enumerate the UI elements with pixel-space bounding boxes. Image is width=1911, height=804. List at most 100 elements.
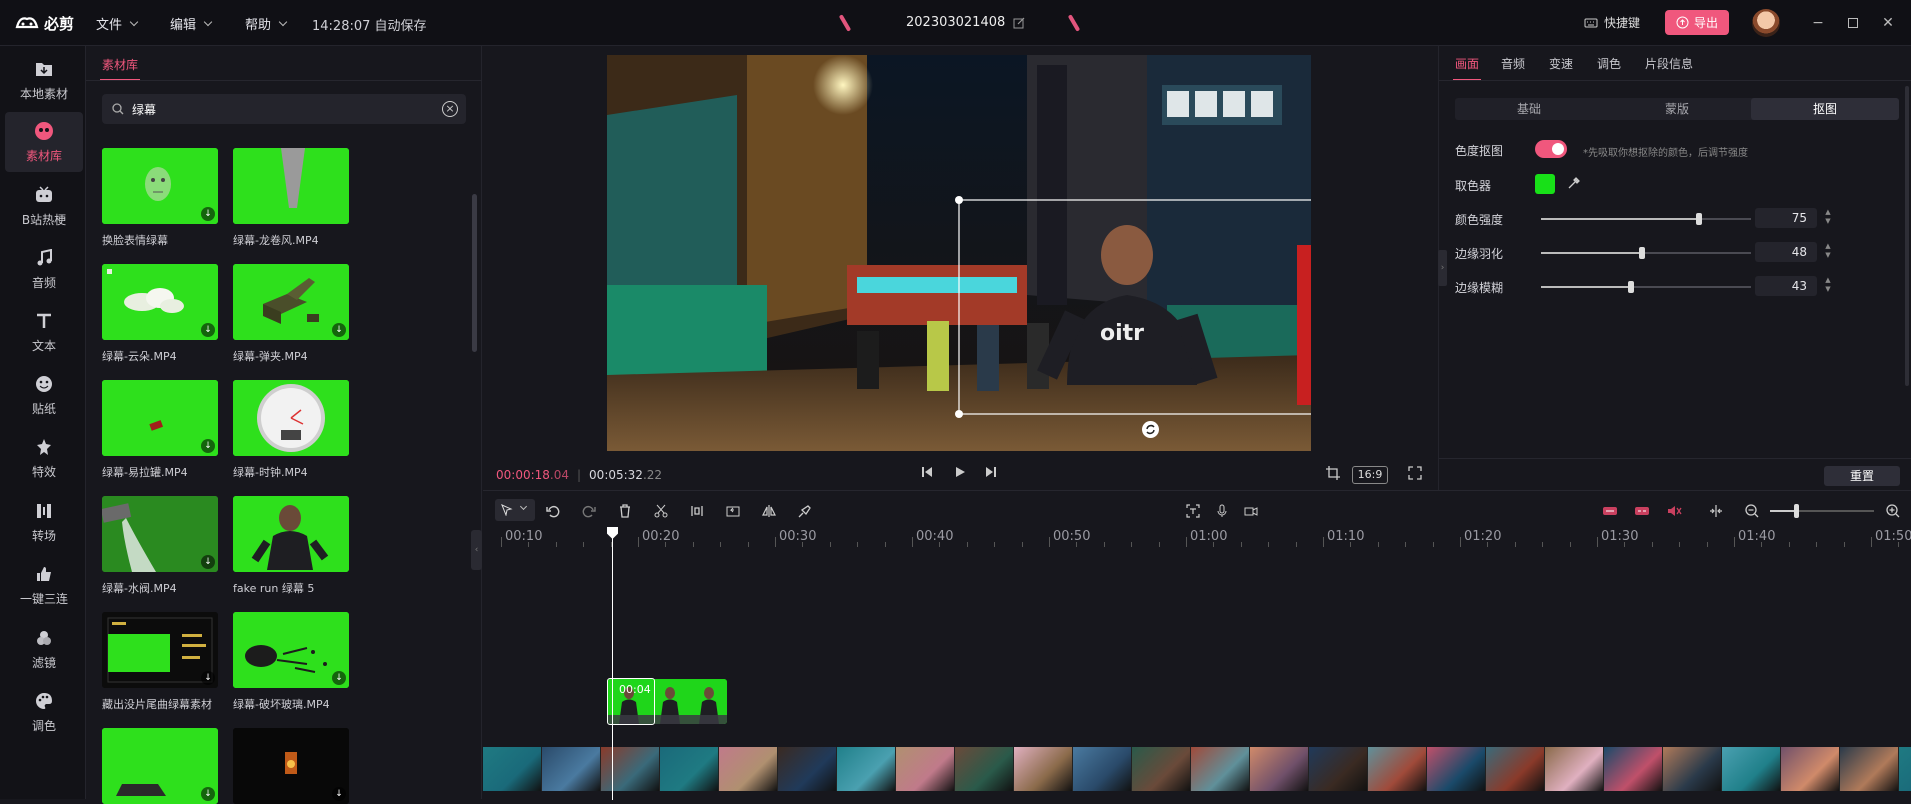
auto-caption-icon[interactable] bbox=[1183, 501, 1203, 521]
library-item[interactable]: ↓ bbox=[102, 148, 218, 224]
download-icon[interactable]: ↓ bbox=[201, 439, 215, 453]
nav-filters[interactable]: 滤镜 bbox=[5, 619, 83, 679]
project-title[interactable]: 202303021408 bbox=[906, 15, 1025, 30]
undo-icon[interactable] bbox=[543, 501, 563, 521]
menu-edit[interactable]: 编辑 bbox=[170, 14, 213, 33]
nav-local-media[interactable]: 本地素材 bbox=[5, 50, 83, 110]
reset-button[interactable]: 重置 bbox=[1824, 466, 1900, 486]
library-item[interactable]: ↓ bbox=[102, 264, 218, 340]
segment-mask[interactable]: 蒙版 bbox=[1603, 98, 1751, 120]
video-preview[interactable]: oitr bbox=[607, 55, 1311, 451]
nav-text[interactable]: 文本 bbox=[5, 302, 83, 362]
zoom-out-icon[interactable] bbox=[1742, 501, 1762, 521]
zoom-knob[interactable] bbox=[1794, 504, 1799, 518]
select-tool-button[interactable] bbox=[495, 499, 535, 521]
library-item[interactable]: ↓ bbox=[233, 264, 349, 340]
track-magnet-icon[interactable] bbox=[1600, 501, 1620, 521]
download-icon[interactable]: ↓ bbox=[201, 671, 215, 685]
download-icon[interactable]: ↓ bbox=[332, 671, 346, 685]
expand-handle[interactable]: › bbox=[1438, 250, 1447, 286]
slider-knob[interactable] bbox=[1628, 281, 1635, 293]
nav-bilibili-memes[interactable]: B站热梗 bbox=[5, 176, 83, 236]
menu-help[interactable]: 帮助 bbox=[245, 14, 288, 33]
search-input[interactable]: 绿幕 × bbox=[102, 94, 466, 124]
play-icon[interactable] bbox=[954, 466, 966, 478]
slider-knob[interactable] bbox=[1695, 213, 1702, 225]
tab-picture[interactable]: 画面 bbox=[1455, 55, 1479, 72]
tab-color[interactable]: 调色 bbox=[1597, 55, 1621, 72]
redo-icon[interactable] bbox=[579, 501, 599, 521]
crop-icon[interactable] bbox=[1326, 466, 1340, 480]
mirror-icon[interactable] bbox=[759, 501, 779, 521]
zoom-in-icon[interactable] bbox=[1883, 501, 1903, 521]
trim-icon[interactable] bbox=[687, 501, 707, 521]
library-scrollbar[interactable] bbox=[472, 194, 477, 352]
download-icon[interactable]: ↓ bbox=[201, 555, 215, 569]
clear-icon[interactable]: × bbox=[442, 101, 458, 117]
library-item[interactable] bbox=[233, 380, 349, 456]
library-item[interactable]: ↓ bbox=[233, 612, 349, 688]
nav-transitions[interactable]: 转场 bbox=[5, 492, 83, 552]
library-tab[interactable]: 素材库 bbox=[102, 56, 138, 73]
split-icon[interactable] bbox=[651, 501, 671, 521]
avatar[interactable] bbox=[1752, 9, 1780, 37]
prev-frame-icon[interactable] bbox=[921, 466, 933, 478]
library-item[interactable]: ↓ bbox=[102, 380, 218, 456]
next-frame-icon[interactable] bbox=[985, 466, 997, 478]
minimize-icon[interactable]: − bbox=[1808, 13, 1828, 33]
color-strength-input[interactable]: 75 bbox=[1755, 208, 1817, 228]
download-icon[interactable]: ↓ bbox=[201, 323, 215, 337]
aspect-ratio-button[interactable]: 16:9 bbox=[1352, 466, 1388, 484]
library-item[interactable]: ↓ bbox=[102, 612, 218, 688]
zoom-slider[interactable] bbox=[1770, 504, 1874, 518]
nav-effects[interactable]: 特效 bbox=[5, 428, 83, 488]
eyedropper-icon[interactable] bbox=[1567, 176, 1581, 190]
chevron-down-icon[interactable] bbox=[519, 502, 528, 511]
maximize-icon[interactable] bbox=[1843, 13, 1863, 33]
mute-icon[interactable] bbox=[1664, 501, 1684, 521]
edge-blur-slider[interactable] bbox=[1541, 281, 1751, 293]
library-item[interactable]: ↓ bbox=[102, 728, 218, 804]
edge-blur-input[interactable]: 43 bbox=[1755, 276, 1817, 296]
playhead[interactable] bbox=[612, 527, 613, 800]
tab-audio[interactable]: 音频 bbox=[1501, 55, 1525, 72]
properties-scrollbar[interactable] bbox=[1905, 86, 1909, 386]
camera-icon[interactable] bbox=[1241, 501, 1261, 521]
delete-icon[interactable] bbox=[615, 501, 635, 521]
segment-basic[interactable]: 基础 bbox=[1455, 98, 1603, 120]
segment-keying[interactable]: 抠图 bbox=[1751, 98, 1899, 120]
main-video-track[interactable] bbox=[483, 747, 1911, 791]
edit-icon[interactable] bbox=[1013, 17, 1025, 29]
selection-box[interactable] bbox=[607, 55, 1311, 451]
color-strength-slider[interactable] bbox=[1541, 213, 1751, 225]
timeline-ruler[interactable]: 00:10 00:20 00:30 00:40 00:50 01:00 01:10 01:20… bbox=[483, 525, 1911, 547]
nav-stickers[interactable]: 贴纸 bbox=[5, 365, 83, 425]
download-icon[interactable]: ↓ bbox=[332, 323, 346, 337]
color-swatch[interactable] bbox=[1535, 174, 1555, 194]
rotate-icon[interactable] bbox=[1142, 421, 1159, 438]
chroma-key-toggle[interactable] bbox=[1535, 140, 1567, 158]
edge-feather-slider[interactable] bbox=[1541, 247, 1751, 259]
export-button[interactable]: 导出 bbox=[1665, 10, 1729, 35]
close-icon[interactable]: ✕ bbox=[1878, 13, 1898, 33]
stepper-icon[interactable]: ▲ ▼ bbox=[1822, 276, 1834, 296]
nav-audio[interactable]: 音频 bbox=[5, 239, 83, 299]
collapse-handle[interactable]: ‹ bbox=[471, 530, 482, 570]
microphone-icon[interactable] bbox=[1212, 501, 1232, 521]
stepper-icon[interactable]: ▲ ▼ bbox=[1822, 242, 1834, 262]
library-item[interactable]: ↓ bbox=[233, 728, 349, 804]
nav-color[interactable]: 调色 bbox=[5, 682, 83, 742]
marker-icon[interactable] bbox=[795, 501, 815, 521]
nav-library[interactable]: 素材库 bbox=[5, 112, 83, 172]
slider-knob[interactable] bbox=[1638, 247, 1645, 259]
tab-clip-info[interactable]: 片段信息 bbox=[1645, 55, 1693, 72]
stepper-icon[interactable]: ▲ ▼ bbox=[1822, 208, 1834, 228]
track-link-icon[interactable] bbox=[1632, 501, 1652, 521]
library-item[interactable] bbox=[233, 148, 349, 224]
library-item[interactable] bbox=[233, 496, 349, 572]
library-item[interactable]: ↓ bbox=[102, 496, 218, 572]
download-icon[interactable]: ↓ bbox=[201, 207, 215, 221]
split-view-icon[interactable] bbox=[1706, 501, 1726, 521]
tab-speed[interactable]: 变速 bbox=[1549, 55, 1573, 72]
shortcut-button[interactable]: 快捷键 bbox=[1584, 14, 1640, 31]
